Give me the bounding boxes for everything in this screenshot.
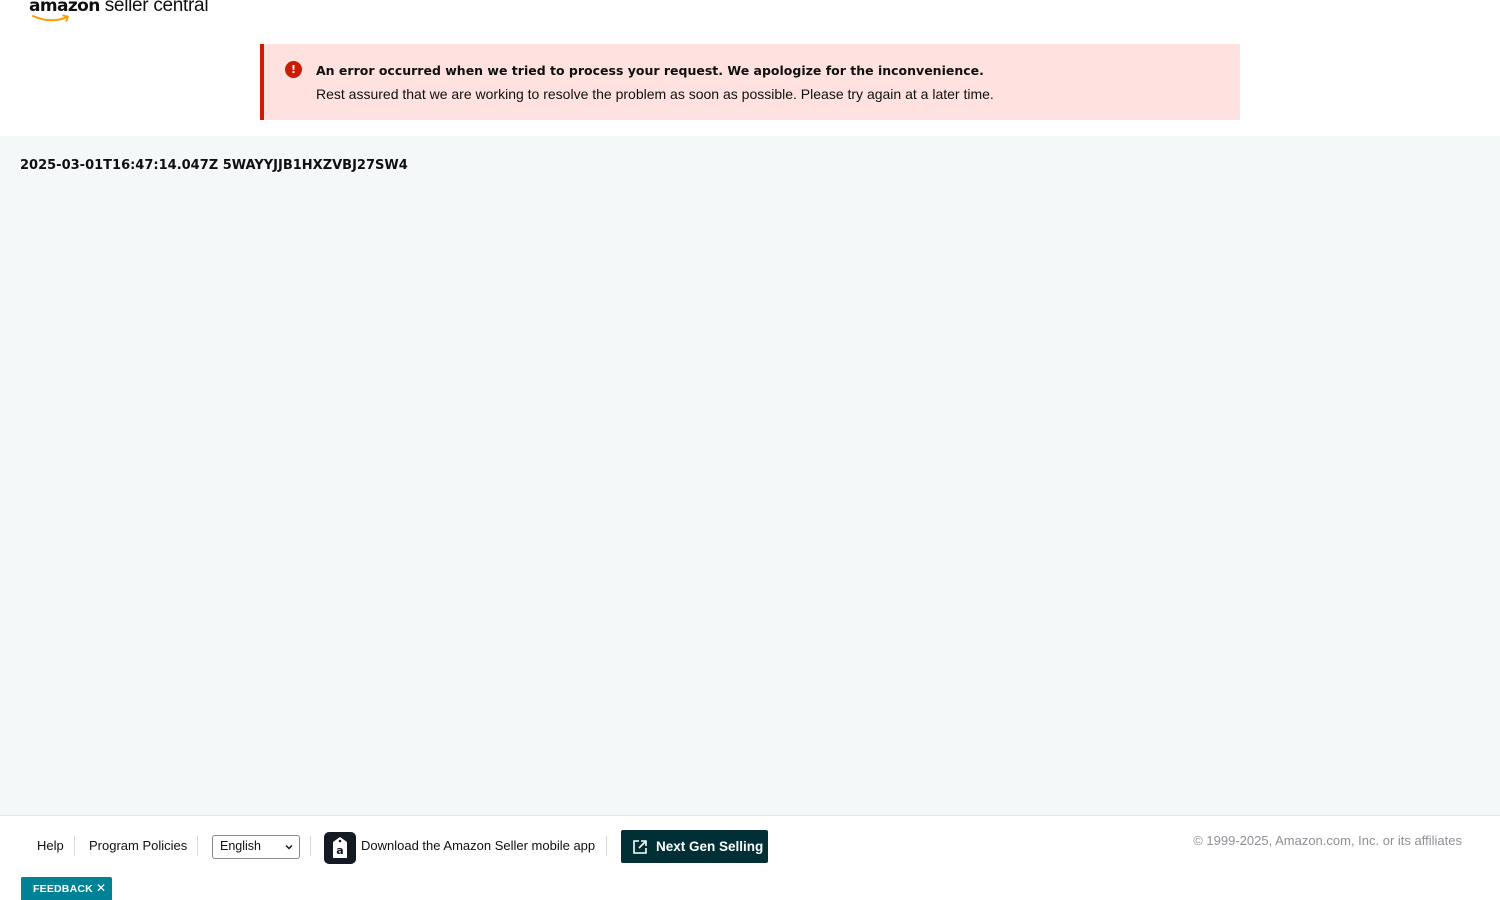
close-icon[interactable]: ✕ <box>96 882 106 894</box>
amazon-seller-central-logo[interactable]: amazon seller central <box>29 0 209 24</box>
next-gen-selling-label: Next Gen Selling <box>656 839 764 854</box>
exclamation-circle-icon: ! <box>285 61 302 78</box>
error-alert-message: Rest assured that we are working to reso… <box>316 86 994 102</box>
chevron-down-icon <box>285 845 293 850</box>
program-policies-link[interactable]: Program Policies <box>89 838 187 853</box>
copyright-text: © 1999-2025, Amazon.com, Inc. or its aff… <box>1193 833 1462 848</box>
feedback-tab[interactable]: FEEDBACK ✕ <box>21 877 112 900</box>
next-gen-selling-button[interactable]: Next Gen Selling <box>621 830 768 863</box>
download-app-link[interactable]: Download the Amazon Seller mobile app <box>361 838 595 853</box>
svg-text:a: a <box>336 844 343 857</box>
language-select-value: English <box>220 839 261 853</box>
footer-divider <box>606 836 607 856</box>
footer: Help Program Policies English a Download… <box>0 815 1500 900</box>
main-content: 2025-03-01T16:47:14.047Z 5WAYYJJB1HXZVBJ… <box>0 136 1500 815</box>
error-alert-title: An error occurred when we tried to proce… <box>316 63 984 78</box>
feedback-label: FEEDBACK <box>33 883 93 895</box>
page: amazon seller central ! An error occurre… <box>0 0 1500 900</box>
request-id-text: 2025-03-01T16:47:14.047Z 5WAYYJJB1HXZVBJ… <box>20 158 408 173</box>
footer-divider <box>197 836 198 856</box>
shopping-tag-icon: a <box>333 837 347 858</box>
footer-divider <box>74 836 75 856</box>
footer-divider <box>310 836 311 856</box>
header: amazon seller central ! An error occurre… <box>0 0 1500 136</box>
language-select[interactable]: English <box>212 835 300 859</box>
amazon-smile-icon <box>32 14 69 22</box>
help-link[interactable]: Help <box>37 838 64 853</box>
amazon-seller-app-icon[interactable]: a <box>324 832 356 864</box>
external-link-icon <box>633 840 647 854</box>
logo-seller-central-text: seller central <box>104 0 209 16</box>
error-alert: ! An error occurred when we tried to pro… <box>260 44 1240 120</box>
